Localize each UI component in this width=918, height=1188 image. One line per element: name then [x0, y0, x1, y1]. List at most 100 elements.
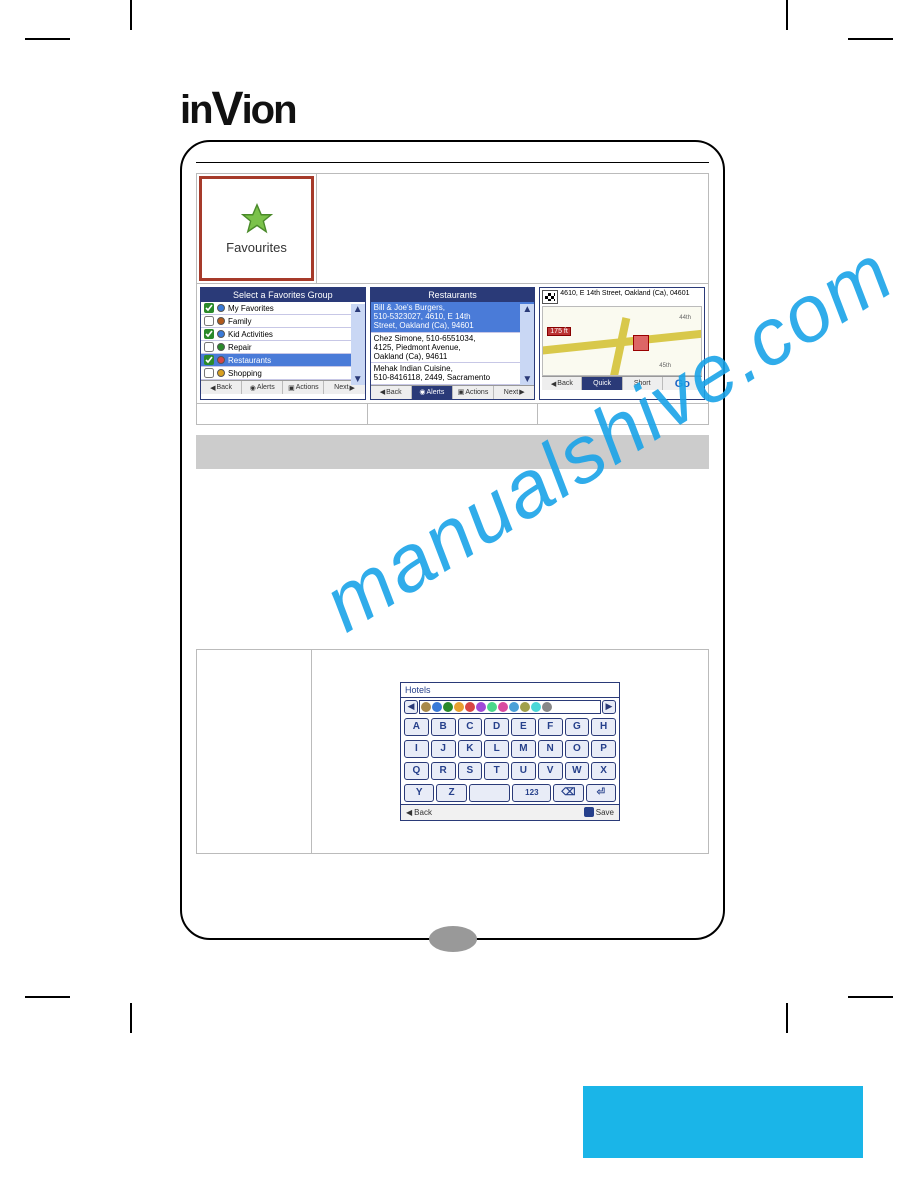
- key-l[interactable]: L: [484, 740, 509, 758]
- back-button[interactable]: ◀ Back: [201, 381, 242, 394]
- group-checkbox[interactable]: [204, 303, 214, 313]
- alerts-button[interactable]: ◉ Alerts: [242, 381, 283, 394]
- gps2-title: Restaurants: [371, 288, 535, 302]
- group-checkbox[interactable]: [204, 316, 214, 326]
- key-q[interactable]: Q: [404, 762, 429, 780]
- key-x[interactable]: X: [591, 762, 616, 780]
- checkered-flag-icon: [542, 290, 558, 304]
- key-g[interactable]: G: [565, 718, 590, 736]
- favourites-label: Favourites: [226, 240, 287, 255]
- key-p[interactable]: P: [591, 740, 616, 758]
- scroll-down-icon[interactable]: ▼: [522, 374, 532, 385]
- key-h[interactable]: H: [591, 718, 616, 736]
- key-o[interactable]: O: [565, 740, 590, 758]
- next-button[interactable]: Next ▶: [494, 386, 534, 399]
- group-checkbox[interactable]: [204, 342, 214, 352]
- scroll-up-icon[interactable]: ▲: [353, 304, 363, 315]
- go-button[interactable]: Go: [663, 377, 702, 390]
- category-icon[interactable]: [542, 702, 552, 712]
- actions-button[interactable]: ▣ Actions: [283, 381, 324, 394]
- favourites-tile[interactable]: Favourites: [199, 176, 314, 281]
- group-checkbox[interactable]: [204, 355, 214, 365]
- category-icon[interactable]: [443, 702, 453, 712]
- category-icon[interactable]: [421, 702, 431, 712]
- map-canvas[interactable]: 175 ft 44th 45th: [542, 306, 702, 376]
- category-icons[interactable]: [419, 700, 601, 714]
- key-m[interactable]: M: [511, 740, 536, 758]
- favorites-group-item[interactable]: Restaurants: [201, 354, 365, 367]
- group-checkbox[interactable]: [204, 329, 214, 339]
- key-y[interactable]: Y: [404, 784, 434, 802]
- group-label: Repair: [228, 343, 252, 352]
- category-icon[interactable]: [487, 702, 497, 712]
- key-b[interactable]: B: [431, 718, 456, 736]
- keyboard-figure-row: Hotels ◀ ▶ ABCDEFGHIJKLMNOPQRSTUVWX Y Z …: [196, 649, 709, 854]
- key-e[interactable]: E: [511, 718, 536, 736]
- key-u[interactable]: U: [511, 762, 536, 780]
- back-button[interactable]: ◀ Back: [371, 386, 412, 399]
- key-k[interactable]: K: [458, 740, 483, 758]
- gps1-title: Select a Favorites Group: [201, 288, 365, 302]
- favorites-group-item[interactable]: My Favorites: [201, 302, 365, 315]
- scroll-up-icon[interactable]: ▲: [522, 304, 532, 315]
- screenshots-row: Select a Favorites Group My FavoritesFam…: [196, 283, 709, 425]
- group-label: Restaurants: [228, 356, 271, 365]
- category-next-button[interactable]: ▶: [602, 700, 616, 714]
- favorites-group-item[interactable]: Family: [201, 315, 365, 328]
- key-backspace[interactable]: ⌫: [553, 784, 583, 802]
- restaurant-item[interactable]: Bill & Joe's Burgers,510-5323027, 4610, …: [371, 302, 535, 333]
- restaurant-item[interactable]: Chez Simone, 510-6551034,4125, Piedmont …: [371, 333, 535, 364]
- keyboard-title: Hotels: [401, 683, 619, 698]
- save-icon: [584, 807, 594, 817]
- back-button[interactable]: ◀ Back: [401, 805, 437, 820]
- key-t[interactable]: T: [484, 762, 509, 780]
- favorites-group-item[interactable]: Kid Activities: [201, 328, 365, 341]
- back-button[interactable]: ◀ Back: [542, 377, 582, 390]
- category-icon[interactable]: [509, 702, 519, 712]
- category-icon[interactable]: [454, 702, 464, 712]
- category-icon[interactable]: [432, 702, 442, 712]
- group-checkbox[interactable]: [204, 368, 214, 378]
- destination-address: 4610, E 14th Street, Oakland (Ca), 04601: [560, 290, 689, 298]
- key-d[interactable]: D: [484, 718, 509, 736]
- key-s[interactable]: S: [458, 762, 483, 780]
- quick-button[interactable]: Quick: [582, 377, 622, 390]
- key-numeric[interactable]: 123: [512, 784, 551, 802]
- save-button[interactable]: Save: [579, 805, 619, 820]
- manual-page: Favourites Select a Favorites Group My F…: [180, 140, 725, 940]
- category-icon[interactable]: [465, 702, 475, 712]
- key-c[interactable]: C: [458, 718, 483, 736]
- destination-pin-icon: [633, 335, 649, 351]
- category-icon[interactable]: [531, 702, 541, 712]
- short-button[interactable]: Short: [623, 377, 663, 390]
- category-dot-icon: [217, 330, 225, 338]
- category-icon[interactable]: [520, 702, 530, 712]
- actions-button[interactable]: ▣ Actions: [453, 386, 494, 399]
- gps-restaurants-list: Restaurants Bill & Joe's Burgers,510-532…: [370, 287, 536, 400]
- category-icon[interactable]: [476, 702, 486, 712]
- favourites-description: [316, 174, 708, 283]
- gps-map-view: 4610, E 14th Street, Oakland (Ca), 04601…: [539, 287, 705, 400]
- favorites-group-item[interactable]: Shopping: [201, 367, 365, 380]
- onscreen-keyboard: Hotels ◀ ▶ ABCDEFGHIJKLMNOPQRSTUVWX Y Z …: [400, 682, 620, 821]
- star-icon: [240, 202, 274, 236]
- category-dot-icon: [217, 304, 225, 312]
- restaurant-item[interactable]: Mehak Indian Cuisine,510-8416118, 2449, …: [371, 363, 535, 384]
- favorites-group-item[interactable]: Repair: [201, 341, 365, 354]
- key-n[interactable]: N: [538, 740, 563, 758]
- category-icon[interactable]: [498, 702, 508, 712]
- category-prev-button[interactable]: ◀: [404, 700, 418, 714]
- alerts-button[interactable]: ◉ Alerts: [412, 386, 453, 399]
- key-v[interactable]: V: [538, 762, 563, 780]
- key-a[interactable]: A: [404, 718, 429, 736]
- key-j[interactable]: J: [431, 740, 456, 758]
- key-w[interactable]: W: [565, 762, 590, 780]
- key-f[interactable]: F: [538, 718, 563, 736]
- key-r[interactable]: R: [431, 762, 456, 780]
- key-enter[interactable]: ⏎: [586, 784, 616, 802]
- key-i[interactable]: I: [404, 740, 429, 758]
- key-z[interactable]: Z: [436, 784, 466, 802]
- scroll-down-icon[interactable]: ▼: [353, 374, 363, 385]
- scrollbar[interactable]: ▲▼: [520, 304, 534, 385]
- scrollbar[interactable]: ▲▼: [351, 304, 365, 385]
